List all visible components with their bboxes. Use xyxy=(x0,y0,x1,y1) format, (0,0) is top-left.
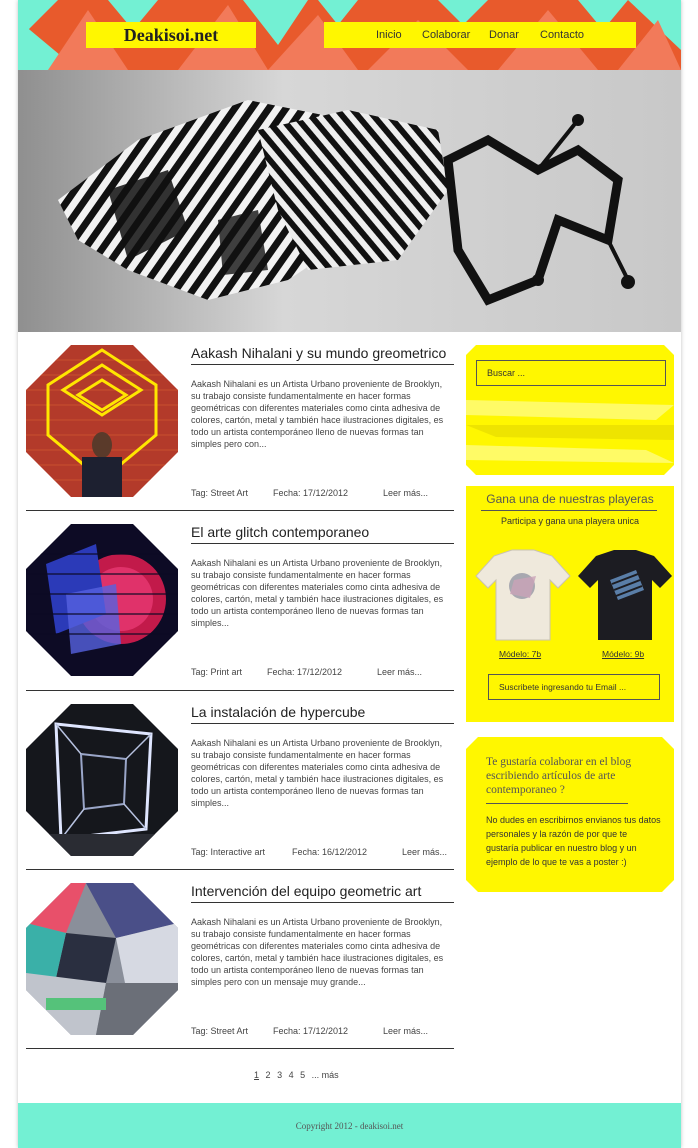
post-date: Fecha: 17/12/2012 xyxy=(273,1026,349,1036)
post-date: Fecha: 17/12/2012 xyxy=(273,488,349,498)
header: Deakisoi.net Inicio Colaborar Donar Cont… xyxy=(18,0,681,70)
page-link-2[interactable]: 2 xyxy=(266,1070,271,1080)
post-title[interactable]: El arte glitch contemporaneo xyxy=(191,524,454,544)
divider xyxy=(481,510,657,511)
collaborate-panel: Te gustaría colaborar en el blog escribi… xyxy=(466,737,674,892)
page-link-5[interactable]: 5 xyxy=(300,1070,305,1080)
nav-colaborar[interactable]: Colaborar xyxy=(422,29,470,41)
tshirt-white-image[interactable] xyxy=(474,548,572,643)
site-logo[interactable]: Deakisoi.net xyxy=(124,25,219,46)
tshirt-model-link[interactable]: Módelo: 7b xyxy=(499,649,541,659)
footer: Copyright 2012 - deakisoi.net xyxy=(18,1103,681,1148)
read-more-link[interactable]: Leer más... xyxy=(383,488,428,498)
collaborate-text: No dudes en escribirnos envianos tus dat… xyxy=(486,815,661,867)
post-tag[interactable]: Tag: Street Art xyxy=(191,1026,248,1036)
divider xyxy=(26,1048,454,1049)
post-title[interactable]: Intervención del equipo geometric art xyxy=(191,883,454,903)
page-link-4[interactable]: 4 xyxy=(289,1070,294,1080)
post-excerpt: Aakash Nihalani es un Artista Urbano pro… xyxy=(191,917,444,987)
divider xyxy=(26,690,454,691)
email-subscribe-input[interactable]: Suscribete ingresando tu Email ... xyxy=(488,674,660,700)
post-tag[interactable]: Tag: Print art xyxy=(191,667,242,677)
search-input[interactable]: Buscar ... xyxy=(476,360,666,386)
post-excerpt: Aakash Nihalani es un Artista Urbano pro… xyxy=(191,558,444,628)
main-nav: Inicio Colaborar Donar Contacto xyxy=(324,22,636,48)
post-item: El arte glitch contemporaneo Aakash Niha… xyxy=(26,524,454,694)
post-date: Fecha: 17/12/2012 xyxy=(267,667,343,677)
hero-mural-illustration xyxy=(18,70,681,332)
pagination: 1 2 3 4 5 ... más xyxy=(254,1070,343,1080)
page: Deakisoi.net Inicio Colaborar Donar Cont… xyxy=(18,0,681,1148)
divider xyxy=(26,869,454,870)
promo-title: Gana una de nuestras playeras xyxy=(486,492,654,506)
post-excerpt: Aakash Nihalani es un Artista Urbano pro… xyxy=(191,738,444,808)
post-tag[interactable]: Tag: Interactive art xyxy=(191,847,265,857)
post-thumbnail[interactable] xyxy=(26,345,178,497)
post-thumbnail[interactable] xyxy=(26,704,178,856)
nav-contacto[interactable]: Contacto xyxy=(540,29,584,41)
tshirt-model-link[interactable]: Módelo: 9b xyxy=(602,649,644,659)
post-thumbnail[interactable] xyxy=(26,883,178,1035)
post-item: Intervención del equipo geometric art Aa… xyxy=(26,883,454,1053)
hero-image xyxy=(18,70,681,332)
post-tag[interactable]: Tag: Street Art xyxy=(191,488,248,498)
divider xyxy=(26,510,454,511)
page-link-1[interactable]: 1 xyxy=(254,1070,259,1080)
logo-bar: Deakisoi.net xyxy=(86,22,256,48)
post-title[interactable]: Aakash Nihalani y su mundo greometrico xyxy=(191,345,454,365)
promo-subtitle: Participa y gana una playera unica xyxy=(500,516,640,526)
post-thumbnail[interactable] xyxy=(26,524,178,676)
post-item: La instalación de hypercube Aakash Nihal… xyxy=(26,704,454,874)
read-more-link[interactable]: Leer más... xyxy=(383,1026,428,1036)
nav-inicio[interactable]: Inicio xyxy=(376,29,402,41)
page-link-3[interactable]: 3 xyxy=(277,1070,282,1080)
tshirt-black-image[interactable] xyxy=(576,548,674,643)
read-more-link[interactable]: Leer más... xyxy=(402,847,447,857)
post-excerpt: Aakash Nihalani es un Artista Urbano pro… xyxy=(191,379,444,449)
more-pages-link[interactable]: ... más xyxy=(312,1070,339,1080)
read-more-link[interactable]: Leer más... xyxy=(377,667,422,677)
post-title[interactable]: La instalación de hypercube xyxy=(191,704,454,724)
search-panel: Buscar ... xyxy=(466,345,674,475)
post-date: Fecha: 16/12/2012 xyxy=(292,847,368,857)
copyright-text: Copyright 2012 - deakisoi.net xyxy=(295,1121,404,1131)
nav-donar[interactable]: Donar xyxy=(489,29,519,41)
collaborate-title: Te gustaría colaborar en el blog escribi… xyxy=(486,756,632,796)
divider xyxy=(486,803,628,804)
tshirt-promo-panel: Gana una de nuestras playeras Participa … xyxy=(466,486,674,722)
post-item: Aakash Nihalani y su mundo greometrico A… xyxy=(26,345,454,515)
